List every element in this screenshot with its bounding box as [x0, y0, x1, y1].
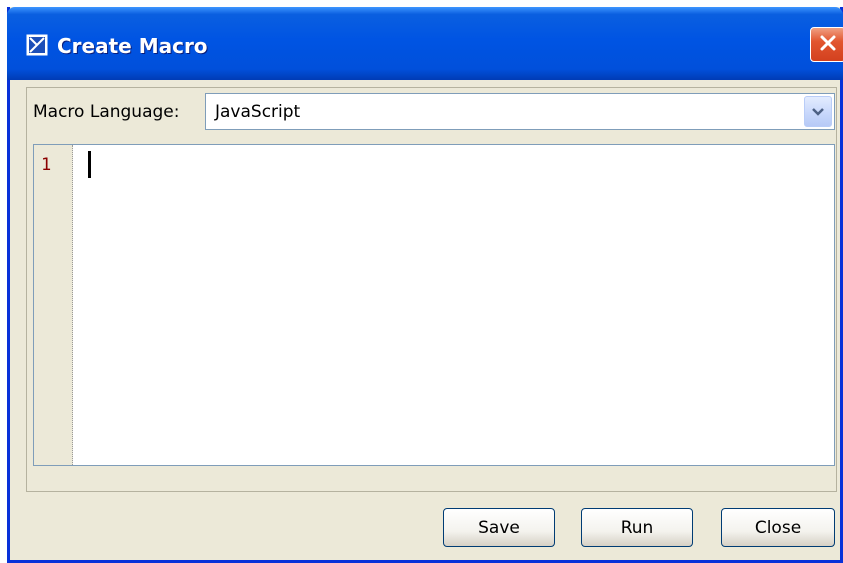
- code-editor[interactable]: 1: [33, 144, 835, 466]
- macro-icon: [26, 34, 48, 56]
- close-icon: [818, 33, 838, 57]
- close-button[interactable]: Close: [721, 508, 835, 547]
- macro-language-label: Macro Language:: [33, 102, 180, 122]
- title-bar[interactable]: Create Macro: [7, 7, 843, 80]
- close-window-button[interactable]: [810, 27, 843, 62]
- line-number-gutter: 1: [34, 145, 73, 465]
- macro-language-value: JavaScript: [215, 102, 301, 122]
- run-button[interactable]: Run: [581, 508, 693, 547]
- window-title: Create Macro: [57, 34, 208, 58]
- line-number: 1: [41, 155, 52, 175]
- macro-language-select[interactable]: JavaScript: [205, 93, 835, 130]
- save-button[interactable]: Save: [443, 508, 555, 547]
- chevron-down-icon: [811, 102, 825, 121]
- dropdown-button[interactable]: [804, 96, 832, 127]
- text-caret: [88, 151, 91, 178]
